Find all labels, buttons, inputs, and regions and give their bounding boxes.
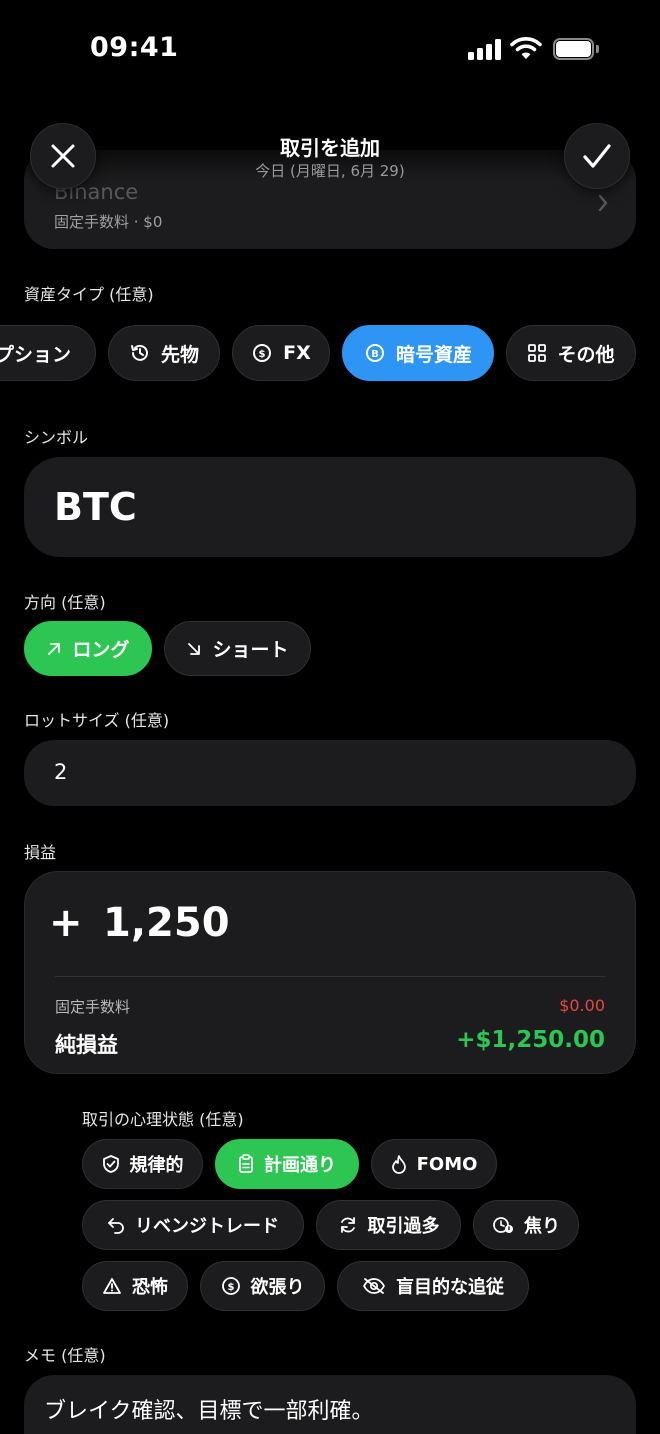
memo-label: メモ (任意) — [24, 1346, 106, 1365]
emotion-chip-fear[interactable]: 恐怖 — [82, 1261, 188, 1311]
pnl-label: 損益 — [24, 843, 57, 862]
svg-text:B: B — [371, 349, 379, 360]
direction-long-button[interactable]: ロング — [24, 621, 152, 676]
emotions-label: 取引の心理状態 (任意) — [82, 1110, 244, 1129]
asset-chip-label: 暗号資産 — [395, 343, 472, 366]
bitcoin-icon: B — [365, 344, 384, 362]
symbol-input[interactable]: BTC — [24, 457, 636, 557]
emotion-chip-planned[interactable]: 計画通り — [215, 1139, 359, 1189]
emotion-chip-impatience[interactable]: 焦り — [473, 1200, 579, 1250]
undo-arrow-icon — [108, 1218, 124, 1234]
svg-text:$: $ — [227, 1282, 234, 1293]
pnl-sign-toggle[interactable]: + — [49, 900, 83, 946]
symbol-value: BTC — [54, 485, 137, 529]
direction-short-button[interactable]: ショート — [164, 621, 311, 676]
grid-icon — [528, 344, 547, 362]
asset-chip-label: FX — [283, 342, 311, 364]
asset-chip-fx[interactable]: $ FX — [232, 325, 330, 381]
direction-short-label: ショート — [212, 639, 289, 661]
emotion-chip-disciplined[interactable]: 規律的 — [82, 1139, 203, 1189]
currency-exchange-icon: $ — [253, 344, 272, 362]
checkmark-icon — [583, 144, 611, 168]
asset-chip-crypto[interactable]: B 暗号資産 — [342, 325, 494, 381]
emotion-chip-label: 盲目的な追従 — [396, 1277, 504, 1298]
emotion-chip-label: リベンジトレード — [135, 1216, 279, 1237]
emotion-chip-revenge[interactable]: リベンジトレード — [82, 1200, 304, 1250]
memo-value: ブレイク確認、目標で一部利確。 — [44, 1399, 374, 1424]
fee-label: 固定手数料 — [55, 998, 131, 1016]
emotion-chip-blind-follow[interactable]: 盲目的な追従 — [337, 1261, 529, 1311]
wifi-icon — [510, 37, 542, 59]
divider — [55, 976, 605, 977]
direction-long-label: ロング — [72, 639, 130, 661]
pnl-card: + 1,250 固定手数料 $0.00 純損益 +$1,250.00 — [24, 871, 636, 1074]
asset-chip-label: 先物 — [160, 343, 199, 366]
dollar-circle-icon: $ — [221, 1277, 240, 1295]
status-time: 09:41 — [90, 32, 179, 63]
modal-header: 取引を追加 今日 (月曜日, 6月 29) — [0, 120, 660, 192]
warning-icon — [103, 1278, 121, 1294]
asset-chip-label: プション — [0, 343, 71, 366]
emotion-chip-label: 取引過多 — [367, 1216, 440, 1237]
status-bar: 09:41 — [0, 0, 660, 96]
memo-textarea[interactable]: ブレイク確認、目標で一部利確。 — [24, 1375, 636, 1434]
emotion-chip-overtrading[interactable]: 取引過多 — [316, 1200, 461, 1250]
lot-size-label: ロットサイズ (任意) — [24, 711, 170, 730]
refresh-icon — [340, 1217, 355, 1233]
page-title: 取引を追加 — [280, 136, 380, 160]
emotion-chip-greed[interactable]: $ 欲張り — [200, 1261, 325, 1311]
emotion-chip-label: 欲張り — [250, 1277, 305, 1298]
asset-type-label: 資産タイプ (任意) — [24, 285, 154, 304]
clipboard-icon — [239, 1154, 253, 1173]
direction-label: 方向 (任意) — [24, 593, 106, 612]
broker-fee-info: 固定手数料 · $0 — [54, 213, 163, 231]
asset-chip-other[interactable]: その他 — [506, 325, 636, 381]
emotion-chip-label: FOMO — [416, 1153, 478, 1175]
save-button[interactable] — [564, 123, 630, 189]
cellular-signal-icon — [468, 38, 502, 60]
asset-chip-label: その他 — [557, 343, 615, 366]
eye-off-icon — [363, 1278, 385, 1294]
lot-size-value: 2 — [54, 760, 68, 784]
svg-text:$: $ — [259, 349, 266, 360]
symbol-label: シンボル — [24, 428, 89, 447]
page-subtitle: 今日 (月曜日, 6月 29) — [255, 162, 405, 180]
emotion-chip-label: 焦り — [524, 1216, 560, 1237]
shield-check-icon — [102, 1155, 119, 1173]
fee-value: $0.00 — [559, 996, 605, 1015]
net-pnl-value: +$1,250.00 — [456, 1027, 605, 1053]
asset-chip-futures[interactable]: 先物 — [108, 325, 220, 381]
asset-chip-options[interactable]: プション — [0, 325, 96, 381]
lot-size-input[interactable]: 2 — [24, 740, 636, 806]
flame-icon — [391, 1155, 406, 1174]
clock-alert-icon — [493, 1217, 513, 1233]
emotion-chip-fomo[interactable]: FOMO — [371, 1139, 497, 1189]
emotion-chip-label: 計画通り — [264, 1155, 336, 1176]
net-pnl-label: 純損益 — [55, 1033, 118, 1057]
chevron-right-icon — [598, 194, 608, 212]
emotion-chip-label: 恐怖 — [132, 1277, 168, 1298]
pnl-amount-input[interactable]: 1,250 — [103, 900, 230, 946]
clock-history-icon — [130, 344, 148, 361]
arrow-down-right-icon — [188, 642, 201, 655]
emotion-chip-label: 規律的 — [129, 1155, 184, 1176]
arrow-up-right-icon — [48, 642, 61, 655]
battery-icon — [553, 38, 599, 60]
